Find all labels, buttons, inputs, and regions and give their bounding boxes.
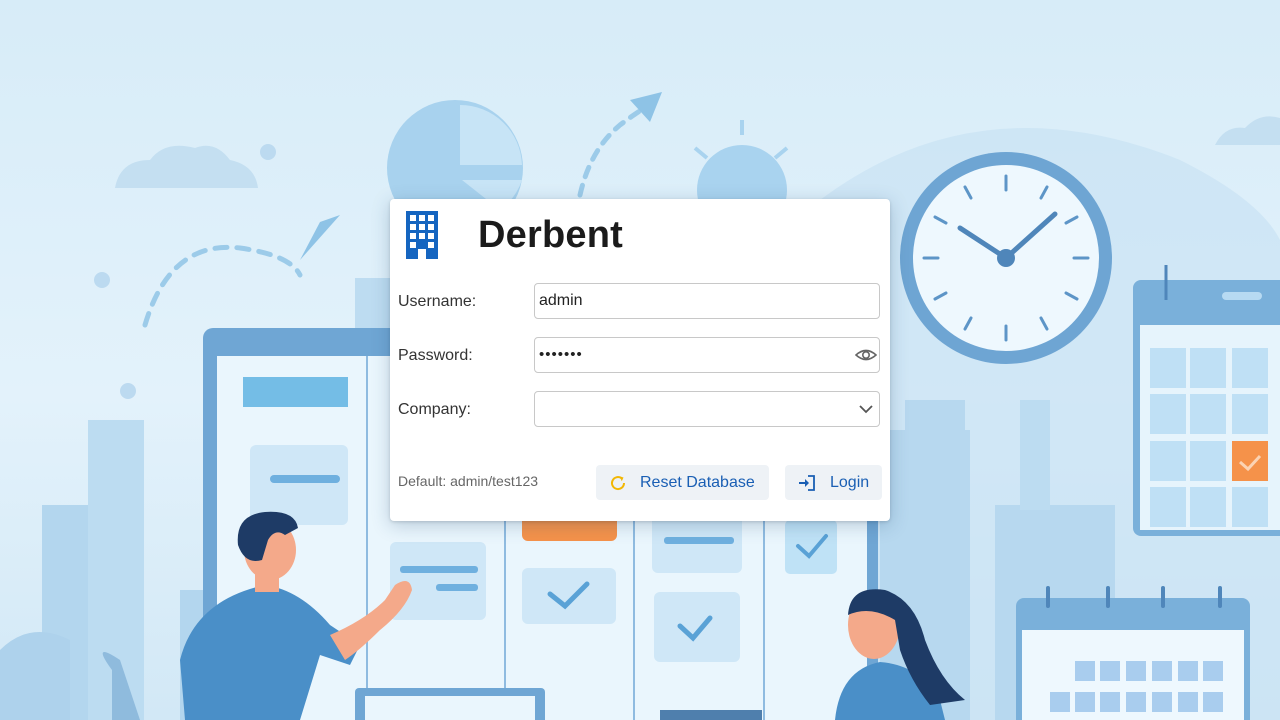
- password-field[interactable]: •••••••: [534, 337, 880, 373]
- eye-icon[interactable]: [855, 346, 877, 364]
- username-value: admin: [539, 292, 583, 309]
- username-row: Username: admin: [398, 283, 882, 321]
- company-select[interactable]: [534, 391, 880, 427]
- login-dialog: Derbent Username: admin Password: ••••••…: [390, 199, 890, 521]
- sign-in-icon: [799, 474, 815, 491]
- refresh-icon: [611, 475, 626, 490]
- username-label: Username:: [398, 293, 477, 310]
- reset-database-button[interactable]: Reset Database: [596, 465, 769, 500]
- chevron-down-icon[interactable]: [859, 404, 873, 414]
- brand-header: Derbent: [406, 207, 623, 263]
- login-label: Login: [830, 473, 870, 491]
- password-value: •••••••: [539, 346, 583, 363]
- password-row: Password: •••••••: [398, 337, 882, 375]
- username-field[interactable]: admin: [534, 283, 880, 319]
- building-icon: [406, 211, 438, 259]
- login-button[interactable]: Login: [785, 465, 882, 500]
- company-row: Company:: [398, 391, 882, 429]
- company-label: Company:: [398, 401, 471, 418]
- reset-database-label: Reset Database: [640, 473, 755, 491]
- password-label: Password:: [398, 347, 473, 364]
- app-title: Derbent: [478, 213, 623, 256]
- default-credentials-hint: Default: admin/test123: [398, 473, 539, 489]
